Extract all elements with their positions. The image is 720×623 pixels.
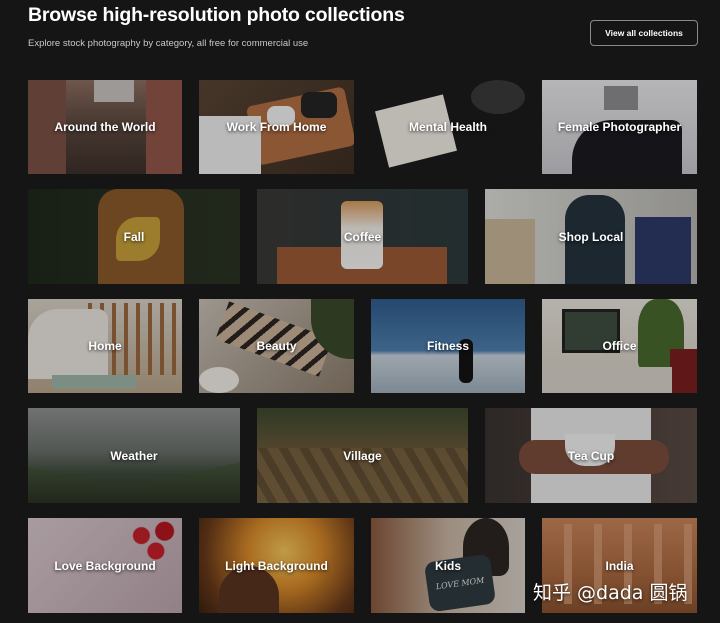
- collection-tile-shop-local[interactable]: Shop Local: [485, 189, 697, 284]
- collection-tile-kids[interactable]: LOVE MOM Kids: [371, 518, 525, 613]
- collection-tile-mental-health[interactable]: Mental Health: [371, 80, 525, 174]
- collection-tile-female-photographer[interactable]: Female Photographer: [542, 80, 697, 174]
- collection-label: Tea Cup: [567, 448, 615, 463]
- collection-tile-coffee[interactable]: Coffee: [257, 189, 468, 284]
- collection-tile-home[interactable]: Home: [28, 299, 182, 393]
- collection-tile-love-background[interactable]: Love Background: [28, 518, 182, 613]
- collection-tile-village[interactable]: Village: [257, 408, 468, 503]
- collection-tile-fitness[interactable]: Fitness: [371, 299, 525, 393]
- collection-label: Coffee: [343, 229, 382, 244]
- collection-label: Work From Home: [226, 120, 327, 134]
- collection-label: Shop Local: [558, 229, 624, 244]
- collection-label: Home: [88, 339, 122, 353]
- page-title: Browse high-resolution photo collections: [28, 4, 405, 26]
- collection-tile-tea-cup[interactable]: Tea Cup: [485, 408, 697, 503]
- collection-tile-weather[interactable]: Weather: [28, 408, 240, 503]
- collection-label: Office: [602, 339, 637, 353]
- collection-label: Village: [343, 448, 382, 463]
- collection-label: Fall: [123, 229, 145, 244]
- view-all-collections-button[interactable]: View all collections: [590, 20, 698, 46]
- collection-tile-office[interactable]: Office: [542, 299, 697, 393]
- collection-tile-work-from-home[interactable]: Work From Home: [199, 80, 354, 174]
- collection-label: Beauty: [256, 339, 297, 353]
- watermark: 知乎 @dada 圆锅: [533, 582, 688, 604]
- collection-label: Kids: [434, 558, 461, 573]
- collection-label: Love Background: [54, 558, 156, 573]
- collection-label: India: [605, 558, 634, 573]
- collection-label: Around the World: [54, 120, 156, 134]
- page-subtitle: Explore stock photography by category, a…: [28, 38, 309, 49]
- collection-label: Weather: [110, 448, 158, 463]
- collection-tile-around-the-world[interactable]: Around the World: [28, 80, 182, 174]
- collection-tile-beauty[interactable]: Beauty: [199, 299, 354, 393]
- collection-tile-fall[interactable]: Fall: [28, 189, 240, 284]
- collection-tile-light-background[interactable]: Light Background: [199, 518, 354, 613]
- collection-label: Fitness: [426, 339, 469, 353]
- collection-label: Mental Health: [408, 120, 487, 134]
- collection-label: Female Photographer: [557, 120, 682, 134]
- collection-label: Light Background: [225, 558, 328, 573]
